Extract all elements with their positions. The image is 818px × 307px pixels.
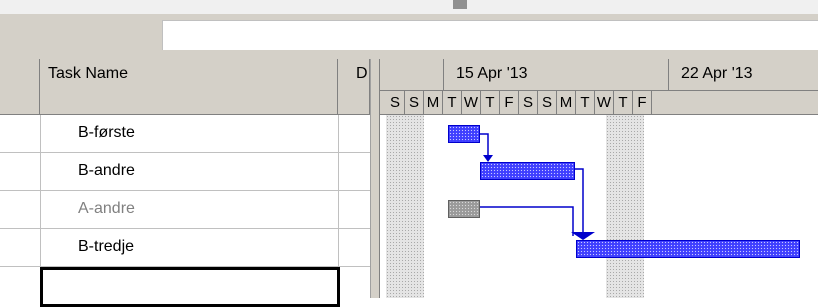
day-label: M bbox=[424, 91, 443, 114]
gantt-bar[interactable] bbox=[576, 240, 800, 258]
timescale-days: S S M T W T F S S M T W T F bbox=[380, 91, 818, 115]
grid-row-divider bbox=[0, 190, 377, 191]
day-label: F bbox=[500, 91, 519, 114]
day-label: T bbox=[481, 91, 500, 114]
dependency-links bbox=[480, 133, 595, 240]
gantt-bar[interactable] bbox=[448, 125, 480, 143]
task-name-cell[interactable]: B-tredje bbox=[78, 238, 134, 256]
day-label: W bbox=[595, 91, 614, 114]
toolbar-strip bbox=[0, 0, 818, 14]
task-name-cell[interactable]: B-første bbox=[78, 124, 135, 142]
link-line bbox=[575, 168, 584, 238]
link-line bbox=[480, 133, 489, 156]
day-label: S bbox=[538, 91, 557, 114]
week-divider bbox=[668, 59, 669, 91]
week-divider bbox=[443, 59, 444, 91]
header-row-id[interactable] bbox=[0, 59, 40, 115]
timescale-weeks: 15 Apr '13 22 Apr '13 bbox=[380, 59, 818, 91]
header-task-name-label: Task Name bbox=[48, 65, 129, 82]
day-label: T bbox=[443, 91, 462, 114]
day-label: T bbox=[614, 91, 633, 114]
entry-field[interactable] bbox=[162, 20, 818, 50]
gantt-bar-inactive[interactable] bbox=[448, 200, 480, 218]
day-label: T bbox=[576, 91, 595, 114]
link-arrowhead bbox=[483, 155, 493, 162]
header-task-name[interactable]: Task Name bbox=[40, 59, 338, 115]
week-label: 22 Apr '13 bbox=[681, 65, 753, 82]
day-label: S bbox=[386, 91, 405, 114]
selected-cell[interactable] bbox=[40, 267, 340, 307]
task-name-cell-inactive[interactable]: A-andre bbox=[78, 200, 135, 218]
day-label: W bbox=[462, 91, 481, 114]
gantt-chart-area[interactable] bbox=[380, 115, 818, 298]
gantt-bar[interactable] bbox=[480, 162, 575, 180]
header-duration-label: D bbox=[356, 65, 368, 82]
grid-row-divider bbox=[0, 228, 377, 229]
day-label: M bbox=[557, 91, 576, 114]
header-duration[interactable]: D bbox=[338, 59, 370, 115]
pane-splitter[interactable] bbox=[370, 59, 380, 298]
day-label: S bbox=[405, 91, 424, 114]
link-line bbox=[480, 206, 574, 236]
day-label: F bbox=[633, 91, 652, 114]
link-arrowhead bbox=[571, 232, 595, 240]
scroll-thumb[interactable] bbox=[453, 0, 467, 9]
task-name-cell[interactable]: B-andre bbox=[78, 162, 135, 180]
grid-row-divider bbox=[0, 152, 377, 153]
day-label: S bbox=[519, 91, 538, 114]
week-label: 15 Apr '13 bbox=[456, 65, 528, 82]
